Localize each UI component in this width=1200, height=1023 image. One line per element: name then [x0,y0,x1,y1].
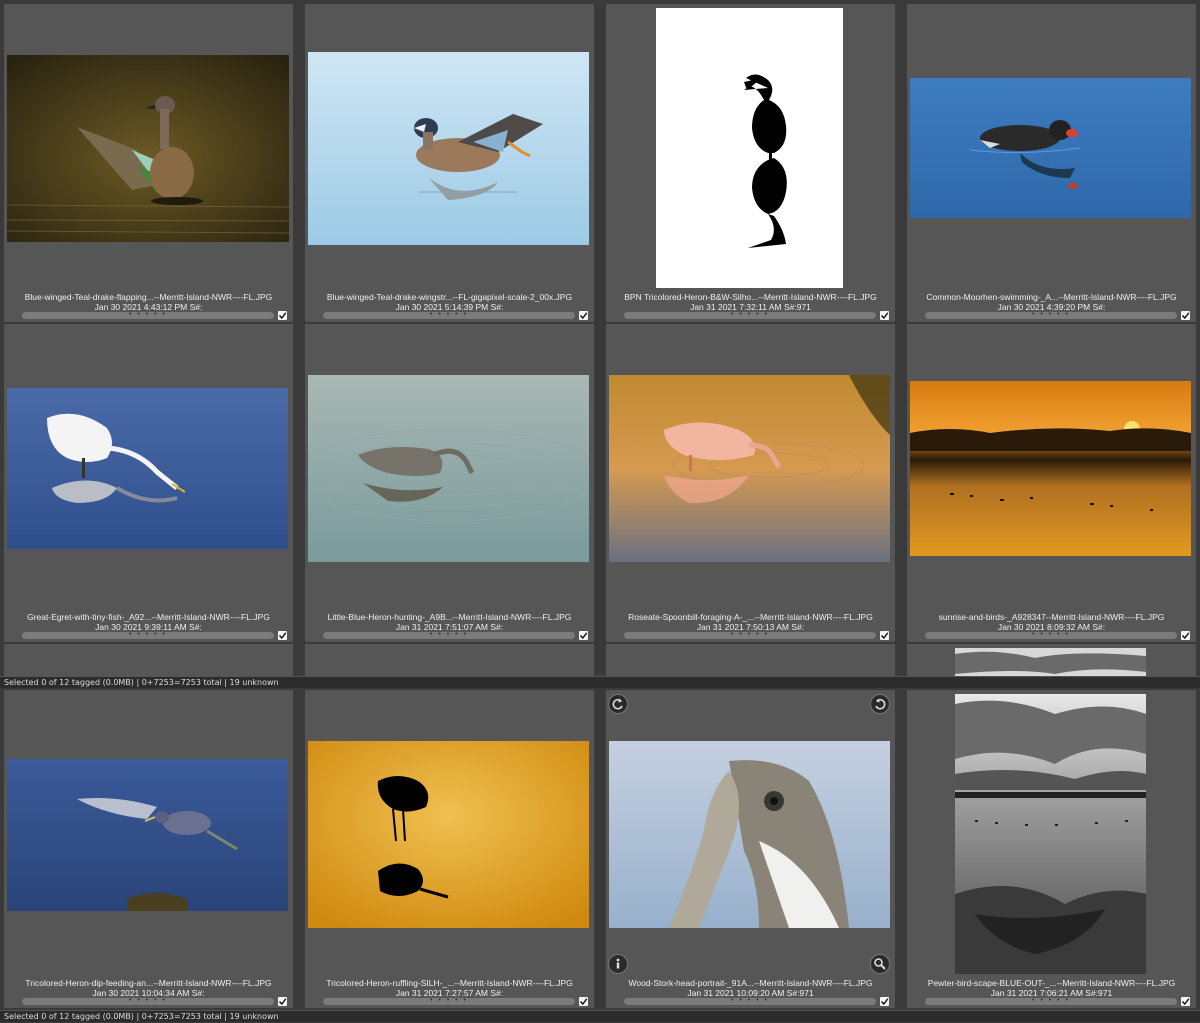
magnifier-icon[interactable] [870,954,890,974]
photo-thumbnail[interactable] [308,375,589,562]
thumbnail-cell[interactable]: BPN Tricolored-Heron-B&W-Silho...--Merri… [606,4,895,322]
photo-thumbnail[interactable] [609,741,890,928]
photo-thumbnail[interactable] [7,759,288,911]
photo-filename: Blue-winged-Teal-drake-flapping...--Merr… [24,292,273,302]
rating-bar[interactable]: • • • • • [624,997,876,1005]
status-bar: Selected 0 of 12 tagged (0.0MB) | 0+7253… [0,1010,1200,1022]
photo-filename: BPN Tricolored-Heron-B&W-Silho...--Merri… [624,292,877,302]
checkmark-icon[interactable] [579,631,588,640]
contact-sheet-bottom-pane[interactable]: Tricolored-Heron-dip-feeding-an...--Merr… [0,688,1200,1023]
thumbnail-cell[interactable]: Blue-winged-Teal-drake-flapping...--Merr… [4,4,293,322]
rating-bar[interactable]: • • • • • [323,631,575,639]
rating-bar[interactable]: • • • • • [22,997,274,1005]
thumbnail-cell[interactable]: Pewter-bird-scape-BLUE-OUT-_...--Merritt… [907,690,1196,1008]
photo-thumbnail[interactable] [910,78,1191,218]
rotate-right-icon[interactable] [870,694,890,714]
status-bar: Selected 0 of 12 tagged (0.0MB) | 0+7253… [0,676,1200,688]
photo-filename: Tricolored-Heron-ruffling-SILH-_...--Mer… [326,978,573,988]
photo-filename: Blue-winged-Teal-drake-wingstr...--FL-gi… [326,292,573,302]
checkmark-icon[interactable] [880,997,889,1006]
thumbnail-cell[interactable]: Common-Moorhen-swimming-_A...--Merritt-I… [907,4,1196,322]
photo-filename: sunrise-and-birds-_A928347--Merritt-Isla… [938,612,1165,622]
rating-bar[interactable]: • • • • • [22,311,274,319]
contact-sheet-top-pane[interactable]: Blue-winged-Teal-drake-flapping...--Merr… [0,0,1200,688]
photo-filename: Great-Egret-with-tiny-fish-_A92...--Merr… [27,612,270,622]
checkmark-icon[interactable] [278,311,287,320]
checkmark-icon[interactable] [1181,631,1190,640]
checkmark-icon[interactable] [1181,311,1190,320]
rotate-left-icon[interactable] [608,694,628,714]
scrollbar[interactable] [1192,678,1200,686]
thumbnail-cell[interactable]: Tricolored-Heron-dip-feeding-an...--Merr… [4,690,293,1008]
photo-filename: Common-Moorhen-swimming-_A...--Merritt-I… [926,292,1177,302]
photo-thumbnail[interactable] [910,381,1191,556]
thumbnail-cell[interactable]: Tricolored-Heron-ruffling-SILH-_...--Mer… [305,690,594,1008]
rating-bar[interactable]: • • • • • [323,997,575,1005]
rating-bar[interactable]: • • • • • [323,311,575,319]
rating-bar[interactable]: • • • • • [624,311,876,319]
photo-thumbnail[interactable] [308,741,589,928]
rating-bar[interactable]: • • • • • [22,631,274,639]
thumbnail-cell[interactable]: Little-Blue-Heron-hunting-_A9B...--Merri… [305,324,594,642]
thumbnail-cell[interactable]: Roseate-Spoonbill-foraging-A-_...--Merri… [606,324,895,642]
checkmark-icon[interactable] [1181,997,1190,1006]
photo-filename: Pewter-bird-scape-BLUE-OUT-_...--Merritt… [927,978,1176,988]
thumbnail-cell[interactable]: Great-Egret-with-tiny-fish-_A92...--Merr… [4,324,293,642]
photo-thumbnail[interactable] [955,694,1146,974]
photo-filename: Wood-Stork-head-portrait-_91A...--Merrit… [628,978,873,988]
photo-filename: Tricolored-Heron-dip-feeding-an...--Merr… [25,978,272,988]
rating-bar[interactable]: • • • • • [925,311,1177,319]
photo-thumbnail[interactable] [308,52,589,245]
info-icon[interactable] [608,954,628,974]
photo-filename: Roseate-Spoonbill-foraging-A-_...--Merri… [628,612,873,622]
thumbnail-cell[interactable]: sunrise-and-birds-_A928347--Merritt-Isla… [907,324,1196,642]
photo-filename: Little-Blue-Heron-hunting-_A9B...--Merri… [327,612,572,622]
thumbnail-cell[interactable]: Wood-Stork-head-portrait-_91A...--Merrit… [606,690,895,1008]
rating-bar[interactable]: • • • • • [925,631,1177,639]
checkmark-icon[interactable] [579,311,588,320]
checkmark-icon[interactable] [278,997,287,1006]
photo-thumbnail[interactable] [609,375,890,562]
photo-thumbnail[interactable] [656,8,843,288]
photo-thumbnail[interactable] [7,388,288,549]
checkmark-icon[interactable] [278,631,287,640]
checkmark-icon[interactable] [880,311,889,320]
thumbnail-cell[interactable]: Blue-winged-Teal-drake-wingstr...--FL-gi… [305,4,594,322]
checkmark-icon[interactable] [880,631,889,640]
rating-bar[interactable]: • • • • • [925,997,1177,1005]
rating-bar[interactable]: • • • • • [624,631,876,639]
checkmark-icon[interactable] [579,997,588,1006]
photo-thumbnail[interactable] [7,55,289,242]
